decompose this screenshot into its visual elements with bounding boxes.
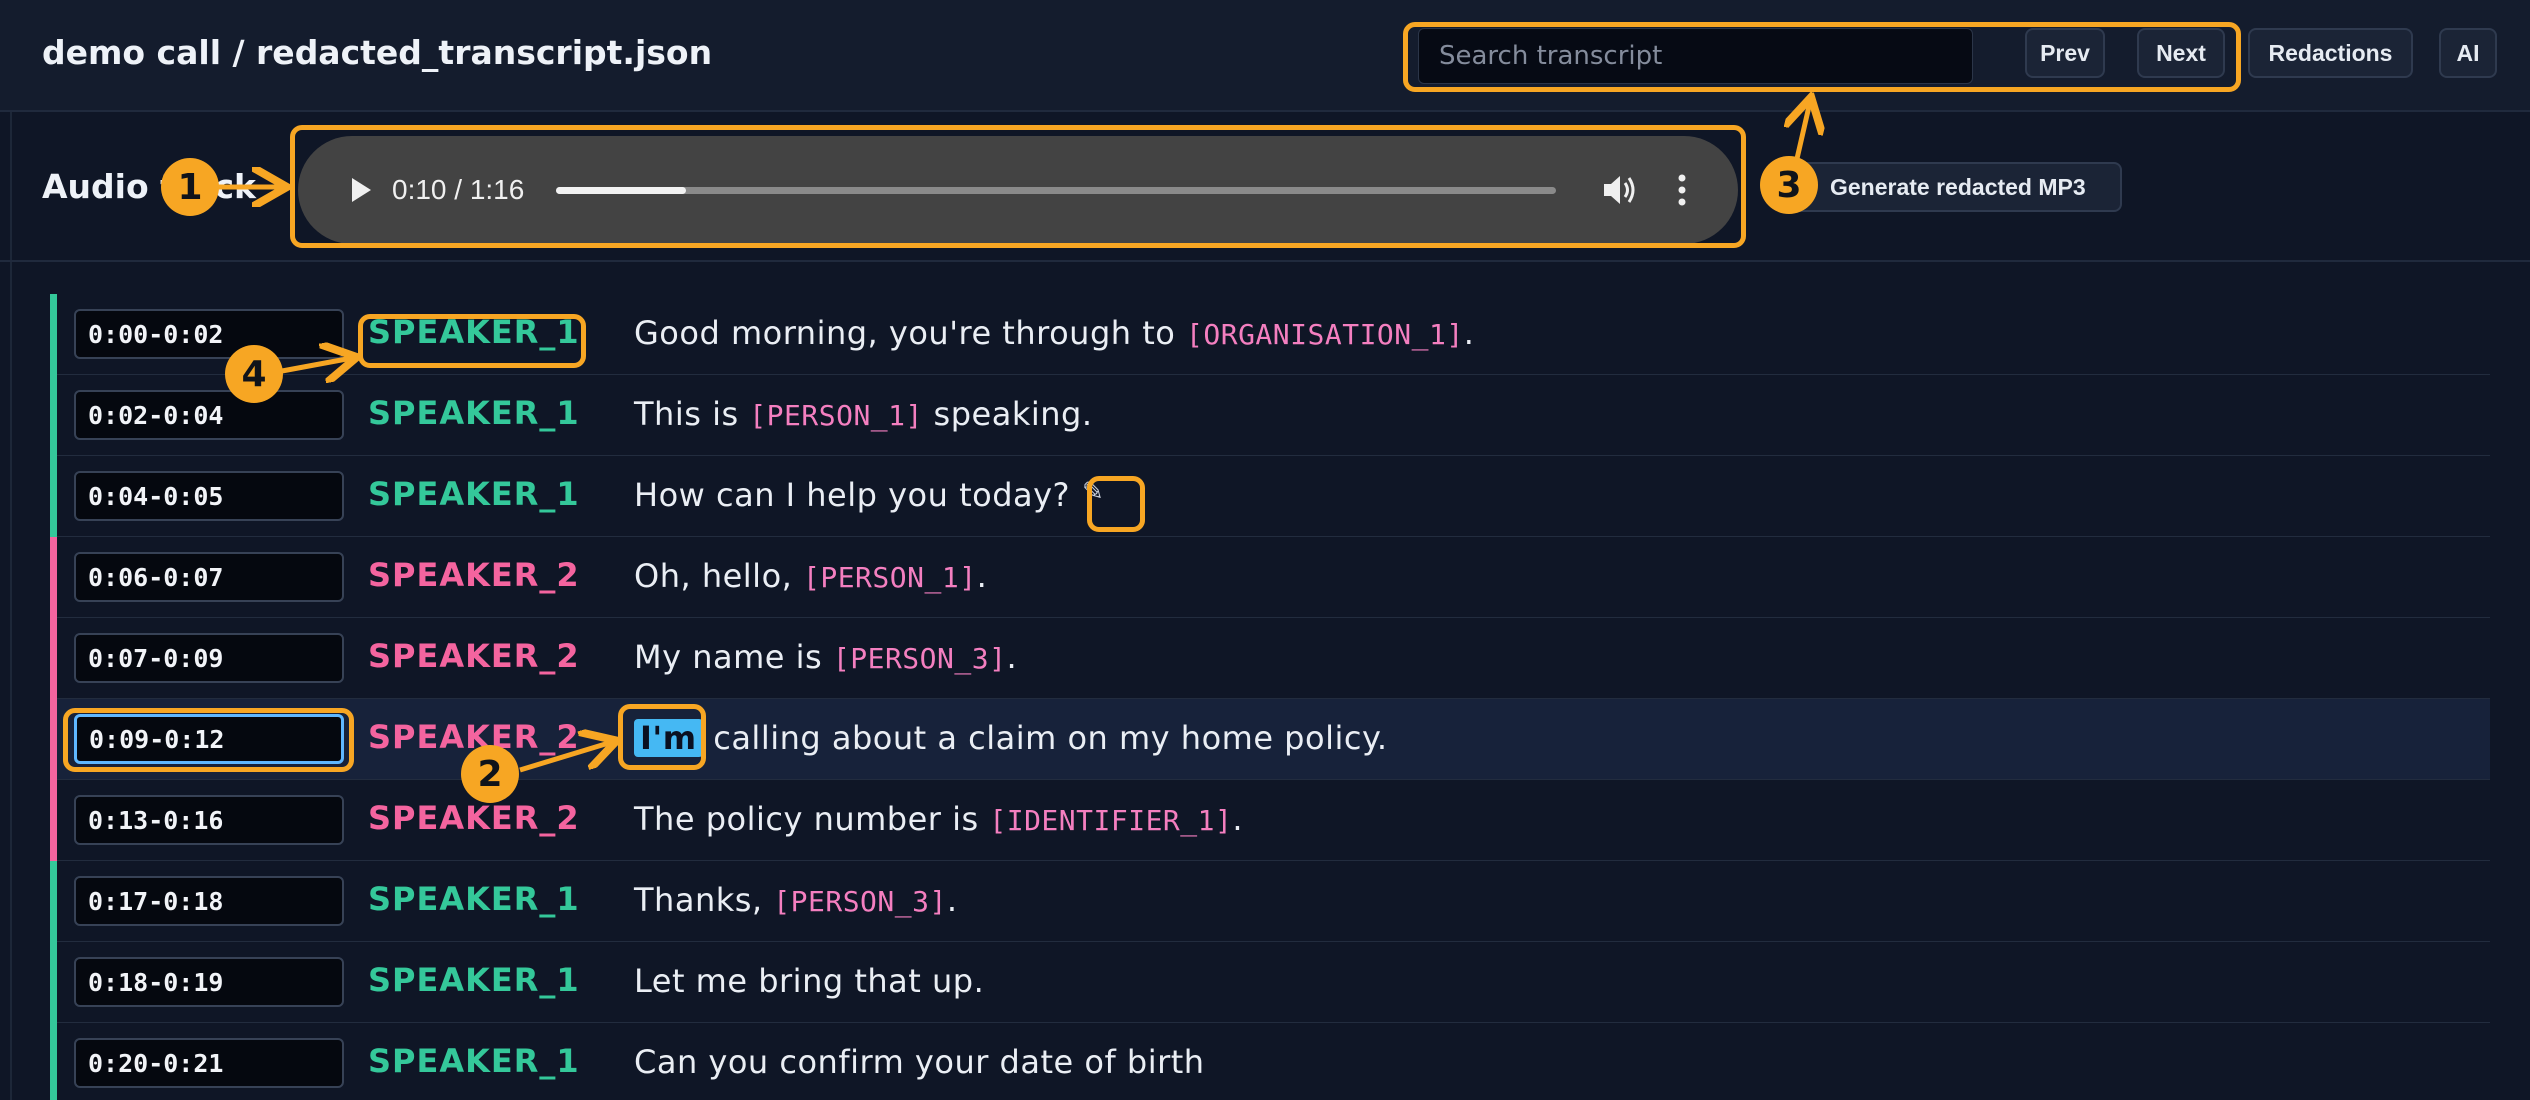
transcript-row[interactable]: 0:13-0:16 SPEAKER_2 The policy number is [… [50,780,2490,861]
redaction-tag[interactable]: [PERSON_1] [803,561,977,594]
more-options-icon[interactable] [1672,171,1692,209]
transcript-row[interactable]: 0:17-0:18 SPEAKER_1 Thanks, [PERSON_3]. [50,861,2490,942]
search-input[interactable] [1418,28,1973,84]
speaker-label[interactable]: SPEAKER_2 [368,556,580,594]
audio-track-label: Audio track [42,167,256,206]
utterance-text[interactable]: Let me bring that up. [634,962,984,1000]
volume-icon[interactable] [1600,171,1638,209]
utterance-text[interactable]: How can I help you today? ✎ [634,476,1104,514]
prev-button[interactable]: Prev [2025,28,2105,78]
redaction-tag[interactable]: [ORGANISATION_1] [1186,318,1464,351]
utterance-text[interactable]: I'm calling about a claim on my home pol… [634,719,1387,757]
redaction-tag[interactable]: [IDENTIFIER_1] [989,804,1232,837]
text-span: calling about a claim on my home policy. [702,719,1388,757]
segment-time-field[interactable]: 0:09-0:12 [74,714,344,764]
transcript-row[interactable]: 0:04-0:05 SPEAKER_1 How can I help you tod… [50,456,2490,537]
audio-section: Audio track 0:10 / 1:16 Generate redacte… [0,112,2530,262]
speaker-label[interactable]: SPEAKER_1 [368,394,580,432]
utterance-text[interactable]: Good morning, you're through to [ORGANIS… [634,314,1474,352]
text-span: speaking. [922,395,1093,433]
transcript-row[interactable]: 0:07-0:09 SPEAKER_2 My name is [PERSON_3]. [50,618,2490,699]
annotation-marker-4: 4 [225,345,283,403]
edit-icon[interactable]: ✎ [1082,477,1104,507]
transcript-row[interactable]: 0:06-0:07 SPEAKER_2 Oh, hello, [PERSON_1]. [50,537,2490,618]
redaction-tag[interactable]: [PERSON_1] [749,399,923,432]
current-word-highlight[interactable]: I'm [634,719,703,757]
top-bar: demo call / redacted_transcript.json Pre… [0,0,2530,112]
annotation-marker-1: 1 [161,158,219,216]
speaker-label[interactable]: SPEAKER_2 [368,637,580,675]
text-span: . [1006,638,1018,676]
text-span: The policy number is [634,800,990,838]
utterance-text[interactable]: This is [PERSON_1] speaking. [634,395,1093,433]
text-span: How can I help you today? [634,476,1071,514]
segment-time-field[interactable]: 0:13-0:16 [74,795,344,845]
text-span: Good morning, you're through to [634,314,1186,352]
utterance-text[interactable]: Oh, hello, [PERSON_1]. [634,557,987,595]
text-span: . [946,881,958,919]
segment-time-field[interactable]: 0:17-0:18 [74,876,344,926]
utterance-text[interactable]: My name is [PERSON_3]. [634,638,1017,676]
text-span: This is [634,395,750,433]
segment-time-field[interactable]: 0:20-0:21 [74,1038,344,1088]
speaker-color-bar [50,1023,57,1100]
text-span: . [1463,314,1475,352]
speaker-label[interactable]: SPEAKER_1 [368,475,580,513]
redactions-button[interactable]: Redactions [2248,28,2413,78]
annotation-marker-3: 3 [1760,156,1818,214]
transcript-row[interactable]: 0:00-0:02 SPEAKER_1 Good morning, you're t… [50,294,2490,375]
speaker-color-bar [50,375,57,456]
ai-button[interactable]: AI [2439,28,2497,78]
speaker-color-bar [50,537,57,618]
transcript-row[interactable]: 0:09-0:12 SPEAKER_2 I'm calling about a cl… [50,699,2490,780]
text-span: Can you confirm your date of birth [634,1043,1205,1081]
text-span: Thanks, [634,881,774,919]
speaker-label[interactable]: SPEAKER_1 [368,880,580,918]
transcript-row[interactable]: 0:20-0:21 SPEAKER_1 Can you confirm your d… [50,1023,2490,1100]
redaction-tag[interactable]: [PERSON_3] [833,642,1007,675]
speaker-label[interactable]: SPEAKER_2 [368,799,580,837]
generate-label: Generate redacted MP3 [1830,173,2086,200]
utterance-text[interactable]: Thanks, [PERSON_3]. [634,881,958,919]
segment-time-field[interactable]: 0:18-0:19 [74,957,344,1007]
speaker-label[interactable]: SPEAKER_1 [368,1042,580,1080]
text-span: Oh, hello, [634,557,803,595]
play-icon[interactable] [344,174,376,206]
speaker-label[interactable]: SPEAKER_1 [368,313,580,351]
segment-time-field[interactable]: 0:00-0:02 [74,309,344,359]
speaker-color-bar [50,294,57,375]
speaker-color-bar [50,780,57,861]
text-span: Let me bring that up. [634,962,985,1000]
next-button[interactable]: Next [2137,28,2225,78]
utterance-text[interactable]: The policy number is [IDENTIFIER_1]. [634,800,1243,838]
redaction-tag[interactable]: [PERSON_3] [773,885,947,918]
annotation-marker-2: 2 [461,745,519,803]
page-title: demo call / redacted_transcript.json [42,33,713,72]
text-span: My name is [634,638,833,676]
speaker-color-bar [50,618,57,699]
segment-time-field[interactable]: 0:02-0:04 [74,390,344,440]
utterance-text[interactable]: Can you confirm your date of birth [634,1043,1205,1081]
speaker-color-bar [50,942,57,1023]
audio-player[interactable]: 0:10 / 1:16 [298,136,1738,244]
text-span: . [976,557,988,595]
speaker-label[interactable]: SPEAKER_1 [368,961,580,999]
generate-redacted-mp3-button[interactable]: Generate redacted MP3 [1782,162,2122,212]
audio-progress-fill [556,187,686,194]
speaker-color-bar [50,456,57,537]
speaker-color-bar [50,861,57,942]
audio-progress-bar[interactable] [556,187,1556,194]
segment-time-field[interactable]: 0:07-0:09 [74,633,344,683]
transcript-row[interactable]: 0:02-0:04 SPEAKER_1 This is [PERSON_1] spe… [50,375,2490,456]
speaker-color-bar [50,699,57,780]
text-span: . [1232,800,1244,838]
audio-time: 0:10 / 1:16 [392,174,525,205]
segment-time-field[interactable]: 0:04-0:05 [74,471,344,521]
segment-time-field[interactable]: 0:06-0:07 [74,552,344,602]
transcript-row[interactable]: 0:18-0:19 SPEAKER_1 Let me bring that up. [50,942,2490,1023]
transcript-list: 0:00-0:02 SPEAKER_1 Good morning, you're t… [50,294,2490,1100]
